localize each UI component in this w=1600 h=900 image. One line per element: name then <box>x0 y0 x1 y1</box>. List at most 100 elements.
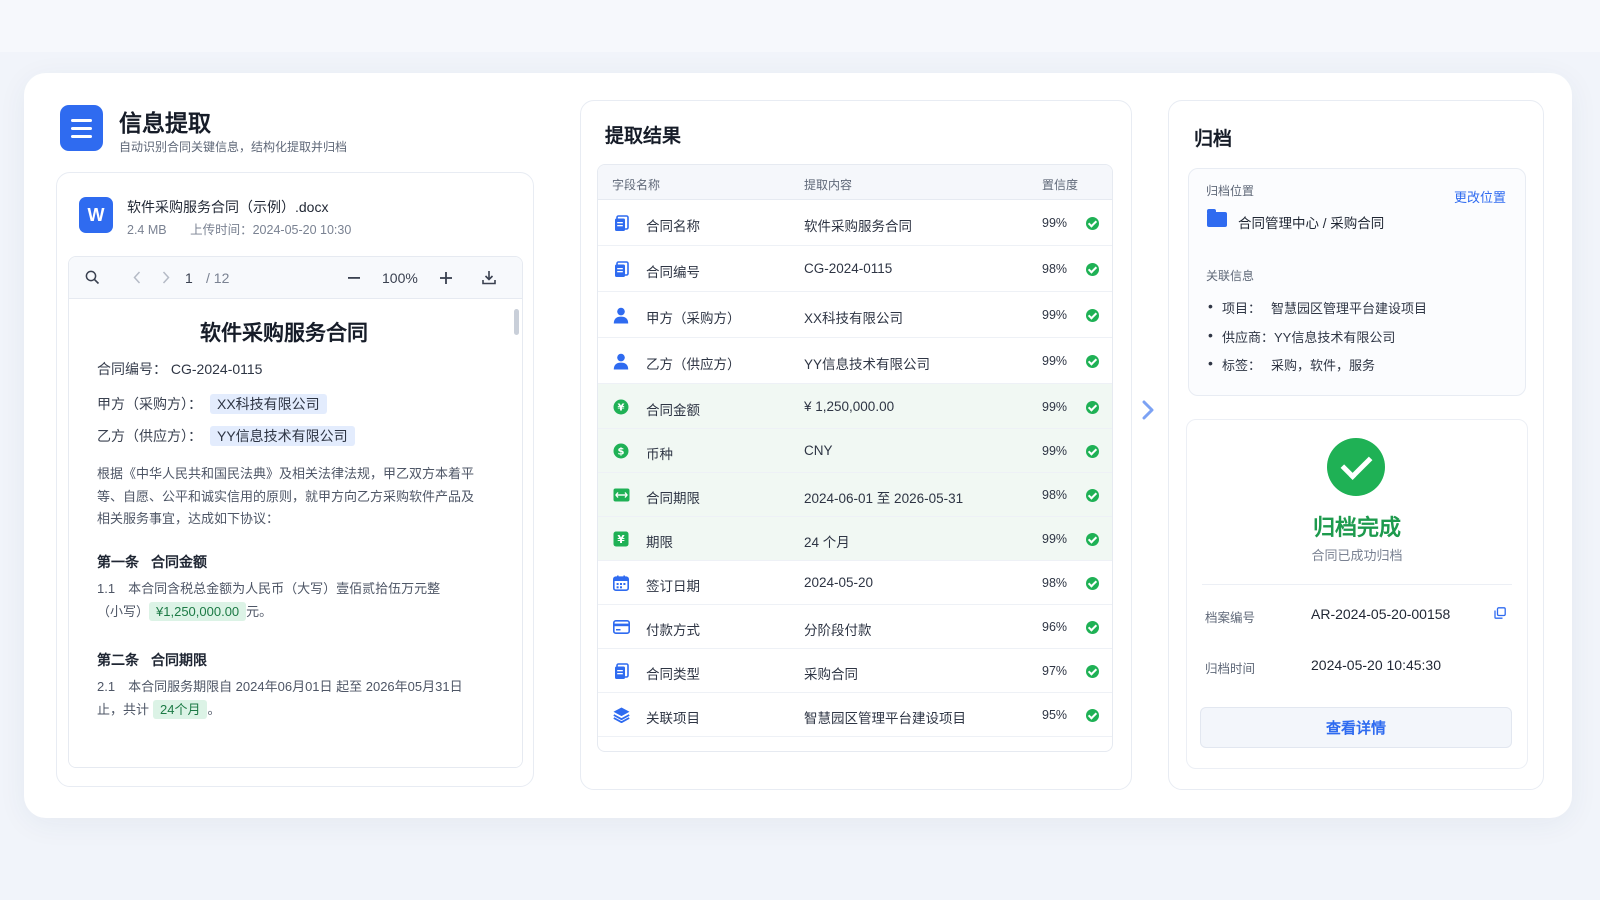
prev-page-icon[interactable] <box>133 271 141 284</box>
field-value: 24 个月 <box>804 535 850 550</box>
field-value: 采购合同 <box>804 667 858 682</box>
field-value: ¥ 1,250,000.00 <box>804 399 895 414</box>
table-row[interactable]: 关联项目 智慧园区管理平台建设项目 95% <box>598 693 1112 737</box>
page-subtitle: 自动识别合同关键信息，结构化提取并归档 <box>119 140 348 154</box>
field-value: 2024-05-20 <box>804 575 874 590</box>
table-header: 字段名称 提取内容 置信度 <box>598 165 1112 200</box>
zoom-in-icon[interactable] <box>440 272 452 284</box>
contract-number-label: 合同编号： <box>97 361 167 377</box>
table-row[interactable]: 合同类型 采购合同 97% <box>598 649 1112 693</box>
table-row[interactable]: 付款方式 分阶段付款 96% <box>598 605 1112 649</box>
related-value: YY信息技术有限公司 <box>1274 329 1396 345</box>
party-a-line: 甲方（采购方）： XX科技有限公司 <box>97 394 327 414</box>
view-details-button[interactable]: 查看详情 <box>1200 707 1512 748</box>
section-2-number: 第二条 <box>97 652 139 668</box>
section-1-line-a: 1.1 本合同含税总金额为人民币（大写）壹佰贰拾伍万元整 <box>97 581 441 596</box>
table-row[interactable]: 合同名称 软件采购服务合同 99% <box>598 200 1112 246</box>
section-2-line-a: 2.1 本合同服务期限自 2024年06月01日 起至 2026年05月31日 <box>97 679 463 694</box>
field-name: 付款方式 <box>646 623 700 638</box>
section-2-line-b: 止，共计 <box>97 701 150 717</box>
svg-text:¥: ¥ <box>617 534 625 546</box>
term-highlight: 24个月 <box>153 699 208 719</box>
check-icon <box>1086 401 1099 414</box>
party-a-highlight: XX科技有限公司 <box>210 394 327 414</box>
check-icon <box>1086 309 1099 322</box>
page-title: 信息提取 <box>119 110 211 136</box>
field-name: 合同金额 <box>646 403 700 418</box>
related-key: 项目： <box>1222 301 1262 316</box>
section-2-title: 合同期限 <box>151 652 207 668</box>
success-check-icon <box>1327 438 1385 496</box>
table-row[interactable]: 合同期限 2024-06-01 至 2026-05-31 98% <box>598 473 1112 517</box>
archive-number-value: AR-2024-05-20-00158 <box>1311 606 1451 622</box>
related-item-project: 项目： 智慧园区管理平台建设项目 <box>1208 298 1427 327</box>
divider <box>1202 584 1512 585</box>
field-name: 币种 <box>646 447 673 462</box>
field-value: 分阶段付款 <box>804 623 872 638</box>
archive-time-label: 归档时间 <box>1205 662 1256 676</box>
field-name: 关联项目 <box>646 711 700 726</box>
table-row[interactable]: ¥ 合同金额 ¥ 1,250,000.00 99% <box>598 384 1112 429</box>
check-icon <box>1086 621 1099 634</box>
copy-icon[interactable] <box>1494 607 1506 619</box>
download-icon[interactable] <box>482 270 496 285</box>
table-row[interactable]: 甲方（采购方） XX科技有限公司 99% <box>598 292 1112 338</box>
table-row[interactable]: 签订日期 2024-05-20 98% <box>598 561 1112 605</box>
top-band <box>0 0 1600 52</box>
svg-text:¥: ¥ <box>618 403 625 414</box>
document-list-icon <box>60 105 103 151</box>
field-name: 合同名称 <box>646 219 700 234</box>
arrow-right-icon[interactable] <box>1137 397 1159 423</box>
zoom-out-icon[interactable] <box>348 277 360 280</box>
person-icon <box>612 306 630 324</box>
dollar-icon: $ <box>612 442 630 460</box>
section-1-title: 合同金额 <box>151 554 207 570</box>
table-row[interactable]: ¥ 期限 24 个月 99% <box>598 517 1112 561</box>
party-b-highlight: YY信息技术有限公司 <box>210 426 355 446</box>
next-page-icon[interactable] <box>162 271 170 284</box>
word-file-icon: W <box>79 197 113 233</box>
page-total: / 12 <box>206 270 230 286</box>
related-info-list: 项目： 智慧园区管理平台建设项目 供应商：YY信息技术有限公司 标签： 采购，软件，… <box>1208 298 1427 384</box>
check-icon <box>1086 263 1099 276</box>
confidence-value: 99% <box>1042 354 1068 368</box>
table-row[interactable]: $ 币种 CNY 99% <box>598 429 1112 473</box>
document-title: 软件采购服务合同 <box>200 322 368 345</box>
file-name[interactable]: 软件采购服务合同（示例）.docx <box>127 197 328 217</box>
range-icon <box>612 486 630 504</box>
scrollbar[interactable] <box>514 309 519 335</box>
field-value: YY信息技术有限公司 <box>804 357 931 372</box>
field-name: 合同编号 <box>646 265 700 280</box>
field-value: 智慧园区管理平台建设项目 <box>804 711 966 726</box>
yen-icon: ¥ <box>612 398 630 416</box>
confidence-value: 99% <box>1042 216 1068 230</box>
upload-time: 上传时间：2024-05-20 10:30 <box>190 223 352 237</box>
field-name: 甲方（采购方） <box>646 311 741 326</box>
column-header-field: 字段名称 <box>612 178 661 192</box>
confidence-value: 98% <box>1042 488 1068 502</box>
check-icon <box>1086 445 1099 458</box>
table-row[interactable]: 乙方（供应方） YY信息技术有限公司 99% <box>598 338 1112 384</box>
document-icon <box>612 662 630 680</box>
intro-paragraph: 根据《中华人民共和国民法典》及相关法律法规，甲乙双方本着平等、自愿、公平和诚实信… <box>97 466 475 526</box>
zoom-icon[interactable] <box>85 270 100 285</box>
table-row[interactable]: 合同编号 CG-2024-0115 98% <box>598 246 1112 292</box>
field-value: CG-2024-0115 <box>804 261 893 276</box>
field-value: CNY <box>804 443 833 458</box>
field-value: 软件采购服务合同 <box>804 219 912 234</box>
archive-done-subtitle: 合同已成功归档 <box>1311 548 1403 563</box>
field-name: 签订日期 <box>646 579 700 594</box>
column-header-value: 提取内容 <box>804 178 853 192</box>
confidence-value: 99% <box>1042 444 1068 458</box>
field-name: 期限 <box>646 535 673 550</box>
page-number-input[interactable]: 1 <box>185 269 193 287</box>
confidence-value: 98% <box>1042 262 1068 276</box>
related-item-tags: 标签： 采购，软件，服务 <box>1208 355 1427 384</box>
zoom-level: 100% <box>382 270 418 286</box>
party-b-line: 乙方（供应方）： YY信息技术有限公司 <box>97 426 355 446</box>
confidence-value: 96% <box>1042 620 1068 634</box>
change-location-link[interactable]: 更改位置 <box>1454 187 1506 206</box>
archive-time-value: 2024-05-20 10:45:30 <box>1311 657 1441 673</box>
confidence-value: 97% <box>1042 664 1068 678</box>
related-info-label: 关联信息 <box>1206 269 1255 283</box>
